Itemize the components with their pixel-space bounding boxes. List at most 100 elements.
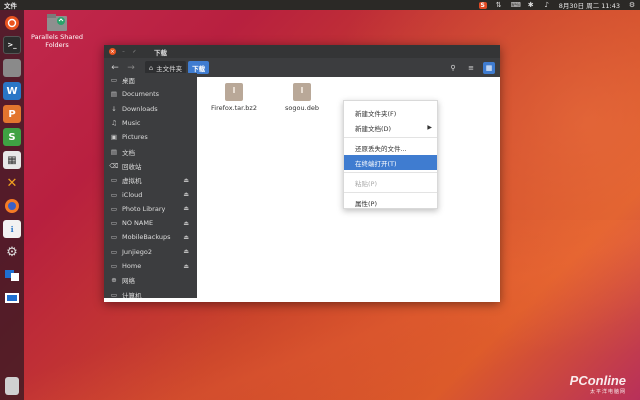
forward-arrow-icon[interactable]: → <box>125 62 137 74</box>
software-center-icon[interactable]: ℹ <box>3 220 21 238</box>
menu-item-new-document[interactable]: 新建文档(D) ▶ <box>344 120 437 135</box>
settings-icon[interactable]: ⚙ <box>3 243 21 261</box>
file-name: sogou.deb <box>285 104 319 112</box>
window-titlebar[interactable]: × – ✓ 下载 <box>104 45 500 58</box>
list-view-icon[interactable]: ≡ <box>465 62 477 74</box>
files-icon[interactable] <box>3 59 21 77</box>
sidebar-item-label: Documents <box>122 90 160 99</box>
archive-file-icon <box>225 83 243 101</box>
pictures-icon: ▣ <box>110 133 118 142</box>
sidebar-item-documents[interactable]: ▤ Documents <box>104 87 197 101</box>
sidebar-item-network[interactable]: ⊕ 网络 <box>104 273 197 287</box>
search-icon[interactable]: ⚲ <box>447 62 459 74</box>
impress-icon[interactable]: P <box>3 105 21 123</box>
eject-icon[interactable]: ⏏ <box>183 220 189 227</box>
folder-icon <box>47 13 67 31</box>
drive-icon: ▭ <box>110 176 118 185</box>
sidebar-item-label: Home <box>122 262 142 270</box>
sidebar-item-label: Downloads <box>122 104 158 113</box>
minimize-icon[interactable]: – <box>120 48 127 55</box>
eject-icon[interactable]: ⏏ <box>183 177 189 184</box>
software-icon[interactable]: ▦ <box>3 151 21 169</box>
sidebar-item-label: 计算机 <box>122 291 142 298</box>
app-menu-title[interactable]: 文件 <box>4 0 17 10</box>
sidebar-item-label: iCloud <box>122 190 143 199</box>
bluetooth-icon[interactable]: ✱ <box>527 1 535 9</box>
sidebar-item-icloud[interactable]: ▭ iCloud ⏏ <box>104 187 197 201</box>
close-icon[interactable]: × <box>109 48 116 55</box>
calc-icon[interactable]: S <box>3 128 21 146</box>
watermark-logo: PConline 太平洋电脑网 <box>570 373 626 395</box>
archive-file-icon <box>293 83 311 101</box>
sidebar-item-computer[interactable]: ▭ 计算机 <box>104 287 197 298</box>
desktop-shared-folder[interactable]: Parallels Shared Folders <box>28 13 86 49</box>
menu-divider <box>344 172 437 173</box>
back-arrow-icon[interactable]: ← <box>109 62 121 74</box>
eject-icon[interactable]: ⏏ <box>183 248 189 255</box>
sidebar-item-vm[interactable]: ▭ 虚拟机 ⏏ <box>104 173 197 187</box>
firefox-icon[interactable] <box>3 197 21 215</box>
music-icon: ♫ <box>111 119 117 128</box>
sidebar-item-label: Music <box>122 119 141 128</box>
sidebar-item-wendang[interactable]: ▤ 文档 <box>104 144 197 158</box>
menu-item-properties[interactable]: 属性(P) <box>344 195 437 210</box>
drive-icon: ▭ <box>110 190 118 199</box>
parallels-icon[interactable] <box>3 266 21 284</box>
sidebar-item-downloads[interactable]: ↓ Downloads <box>104 102 197 116</box>
documents-icon: ▤ <box>110 90 118 99</box>
places-sidebar: ▭ 桌面 ▤ Documents ↓ Downloads ♫ Music ▣ Pictur… <box>104 73 197 298</box>
sidebar-item-home[interactable]: ▭ Home ⏏ <box>104 259 197 273</box>
computer-icon: ▭ <box>110 290 118 298</box>
dash-icon[interactable] <box>3 14 21 32</box>
drive-icon: ▭ <box>110 247 118 256</box>
menu-divider <box>344 137 437 138</box>
sidebar-item-photo-library[interactable]: ▭ Photo Library ⏏ <box>104 202 197 216</box>
sidebar-item-label: NO NAME <box>122 219 154 228</box>
keyboard-icon[interactable]: ⌨ <box>511 1 521 9</box>
sidebar-item-pictures[interactable]: ▣ Pictures <box>104 130 197 144</box>
menu-item-paste[interactable]: 粘贴(P) <box>344 175 437 190</box>
writer-icon[interactable]: W <box>3 82 21 100</box>
volume-icon[interactable]: ♪ <box>543 1 551 9</box>
menu-item-open-in-terminal[interactable]: 在终端打开(T) <box>344 155 437 170</box>
sidebar-item-no-name[interactable]: ▭ NO NAME ⏏ <box>104 216 197 230</box>
power-icon[interactable]: ⚙ <box>628 1 636 9</box>
network-icon: ⊕ <box>111 276 117 285</box>
sidebar-item-label: 虚拟机 <box>122 177 142 186</box>
eject-icon[interactable]: ⏏ <box>183 263 189 270</box>
file-item[interactable]: Firefox.tar.bz2 <box>204 83 264 112</box>
window-title: 下载 <box>154 48 167 57</box>
clock[interactable]: 8月30日 周二 11:43 <box>559 0 620 10</box>
file-item[interactable]: sogou.deb <box>272 83 332 112</box>
sidebar-item-music[interactable]: ♫ Music <box>104 116 197 130</box>
drive-icon: ▭ <box>110 204 118 213</box>
sidebar-item-label: 回收站 <box>122 162 142 171</box>
watermark-sub: 太平洋电脑网 <box>589 389 626 395</box>
menu-item-label: 新建文档(D) <box>355 124 392 133</box>
menu-item-restore-missing[interactable]: 还原丢失的文件... <box>344 140 437 155</box>
eject-icon[interactable]: ⏏ <box>183 205 189 212</box>
sidebar-item-desktop[interactable]: ▭ 桌面 <box>104 73 197 87</box>
menu-item-label: 在终端打开(T) <box>355 159 397 168</box>
sogou-icon[interactable]: S <box>478 1 487 9</box>
menu-item-label: 属性(P) <box>355 199 377 208</box>
menu-item-label: 新建文件夹(F) <box>355 109 397 118</box>
network-icon[interactable]: ⇅ <box>495 1 503 9</box>
drive-icon: ▭ <box>110 219 118 228</box>
parallels-icon-2[interactable] <box>3 289 21 307</box>
eject-icon[interactable]: ⏏ <box>183 191 189 198</box>
menu-item-new-folder[interactable]: 新建文件夹(F) <box>344 105 437 120</box>
sidebar-item-mobilebackups[interactable]: ▭ MobileBackups ⏏ <box>104 230 197 244</box>
trash-icon[interactable] <box>5 377 19 395</box>
sidebar-item-junjiego2[interactable]: ▭ Junjiego2 ⏏ <box>104 245 197 259</box>
sidebar-item-label: Pictures <box>122 133 148 142</box>
terminal-icon[interactable]: >_ <box>3 36 21 54</box>
drive-icon: ▭ <box>110 233 118 242</box>
grid-view-icon[interactable]: ▦ <box>483 61 495 74</box>
eject-icon[interactable]: ⏏ <box>183 234 189 241</box>
sidebar-item-trash[interactable]: ⌫ 回收站 <box>104 159 197 173</box>
sidebar-item-label: 网络 <box>122 277 135 286</box>
maximize-icon[interactable]: ✓ <box>131 48 138 55</box>
desktop-icon: ▭ <box>110 76 118 85</box>
xcode-x-icon[interactable]: ✕ <box>3 174 21 192</box>
